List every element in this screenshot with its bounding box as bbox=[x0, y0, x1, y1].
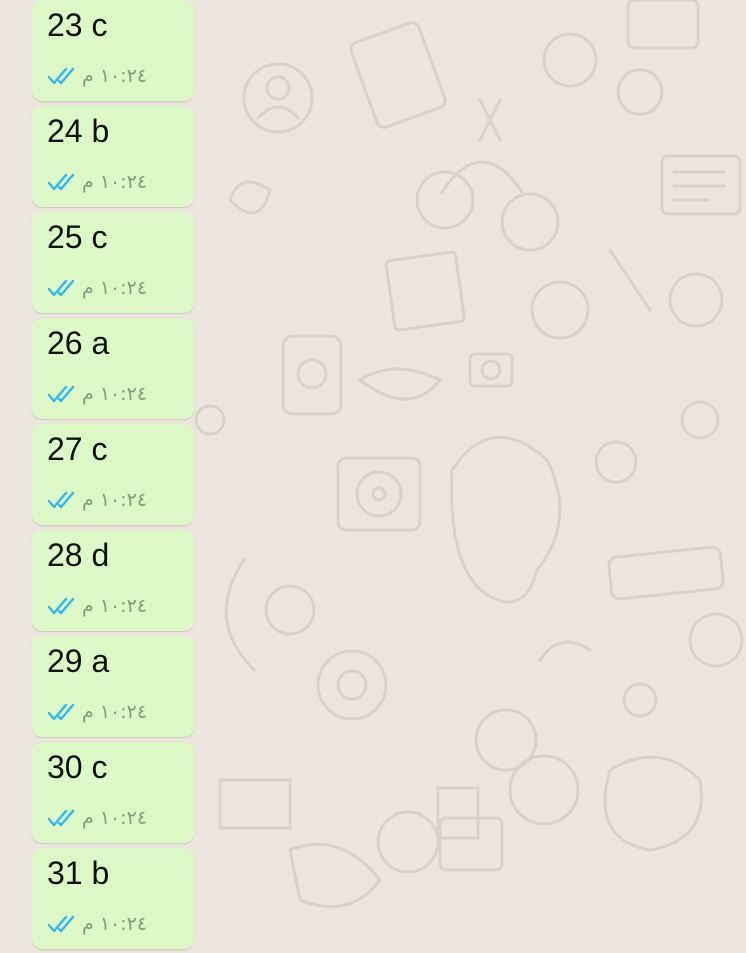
message-text: 29 a bbox=[47, 643, 110, 679]
double-check-read-icon bbox=[48, 597, 75, 615]
message-text: 23 c bbox=[47, 7, 108, 43]
message-meta: ١٠:٢٤ م bbox=[48, 170, 147, 194]
message-meta: ١٠:٢٤ م bbox=[48, 594, 147, 618]
message-meta: ١٠:٢٤ م bbox=[48, 700, 147, 724]
message-text: 27 c bbox=[47, 431, 108, 467]
double-check-read-icon bbox=[48, 491, 75, 509]
double-check-read-icon bbox=[48, 67, 75, 85]
message-bubble[interactable]: 29 a ١٠:٢٤ م bbox=[32, 636, 194, 737]
message-text: 30 c bbox=[47, 749, 108, 785]
message-meta: ١٠:٢٤ م bbox=[48, 382, 147, 406]
message-timestamp: ١٠:٢٤ م bbox=[82, 701, 148, 723]
double-check-read-icon bbox=[48, 173, 75, 191]
message-bubble[interactable]: 31 b ١٠:٢٤ م bbox=[32, 848, 194, 949]
message-meta: ١٠:٢٤ م bbox=[48, 276, 147, 300]
message-bubble[interactable]: 30 c ١٠:٢٤ م bbox=[32, 742, 194, 843]
double-check-read-icon bbox=[48, 703, 75, 721]
message-text: 26 a bbox=[47, 325, 110, 361]
message-timestamp: ١٠:٢٤ م bbox=[82, 171, 148, 193]
message-meta: ١٠:٢٤ م bbox=[48, 64, 147, 88]
message-timestamp: ١٠:٢٤ م bbox=[82, 277, 148, 299]
message-text: 24 b bbox=[47, 113, 110, 149]
double-check-read-icon bbox=[48, 809, 75, 827]
message-timestamp: ١٠:٢٤ م bbox=[82, 595, 148, 617]
double-check-read-icon bbox=[48, 279, 75, 297]
message-bubble[interactable]: 27 c ١٠:٢٤ م bbox=[32, 424, 194, 525]
message-timestamp: ١٠:٢٤ م bbox=[82, 383, 148, 405]
message-bubble[interactable]: 28 d ١٠:٢٤ م bbox=[32, 530, 194, 631]
message-bubble[interactable]: 26 a ١٠:٢٤ م bbox=[32, 318, 194, 419]
message-timestamp: ١٠:٢٤ م bbox=[82, 65, 148, 87]
message-timestamp: ١٠:٢٤ م bbox=[82, 913, 148, 935]
message-meta: ١٠:٢٤ م bbox=[48, 488, 147, 512]
double-check-read-icon bbox=[48, 385, 75, 403]
message-bubble[interactable]: 24 b ١٠:٢٤ م bbox=[32, 106, 194, 207]
message-meta: ١٠:٢٤ م bbox=[48, 912, 147, 936]
message-bubble[interactable]: 23 c ١٠:٢٤ م bbox=[32, 0, 194, 101]
double-check-read-icon bbox=[48, 915, 75, 933]
message-text: 31 b bbox=[47, 855, 110, 891]
message-text: 28 d bbox=[47, 537, 110, 573]
message-timestamp: ١٠:٢٤ م bbox=[82, 489, 148, 511]
message-timestamp: ١٠:٢٤ م bbox=[82, 807, 148, 829]
message-text: 25 c bbox=[47, 219, 108, 255]
message-bubble[interactable]: 25 c ١٠:٢٤ م bbox=[32, 212, 194, 313]
message-meta: ١٠:٢٤ م bbox=[48, 806, 147, 830]
